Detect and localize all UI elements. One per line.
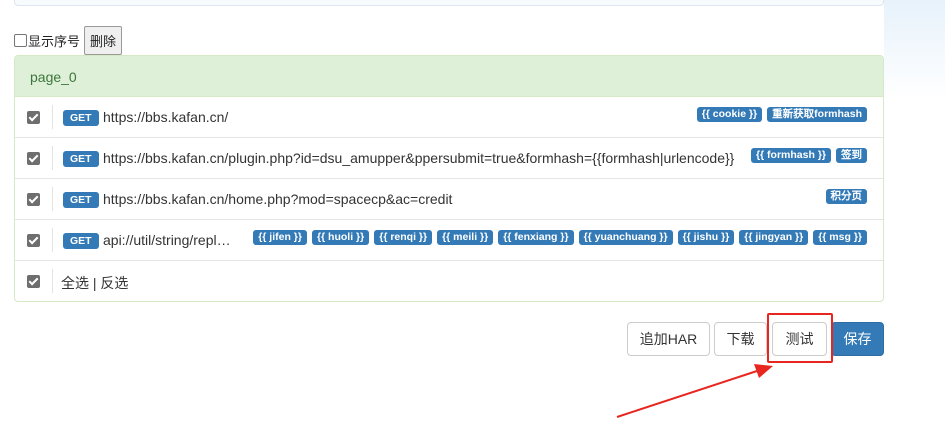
annotation-arrow-icon — [616, 364, 773, 418]
